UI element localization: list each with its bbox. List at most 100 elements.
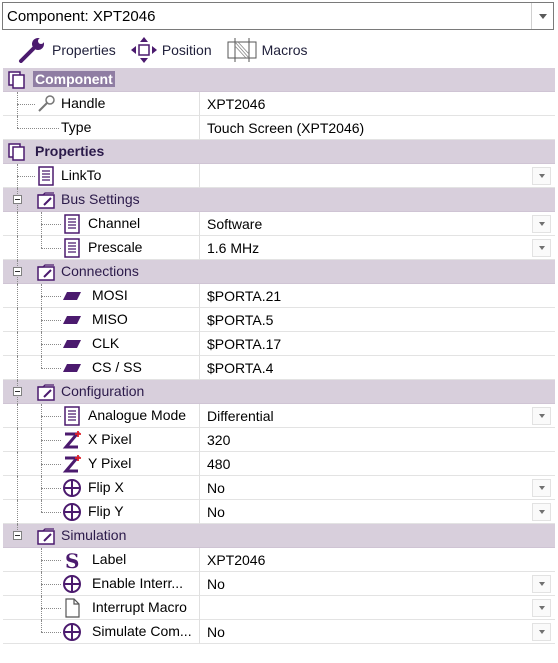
property-row-mosi[interactable]: MOSI $PORTA.21 bbox=[3, 284, 555, 308]
list-document-icon bbox=[64, 238, 80, 258]
enable-interrupt-label: Enable Interr... bbox=[92, 575, 184, 591]
cs-value[interactable]: $PORTA.4 bbox=[199, 356, 555, 380]
clk-label: CLK bbox=[92, 335, 120, 351]
category-component[interactable]: Component bbox=[3, 68, 555, 92]
property-grid: Component Handle XPT2046 Type Touch Scre… bbox=[3, 68, 555, 644]
linkto-value[interactable] bbox=[199, 164, 555, 188]
miso-value[interactable]: $PORTA.5 bbox=[199, 308, 555, 332]
property-row-enable-interrupt[interactable]: Enable Interr... No bbox=[3, 572, 555, 596]
macros-tab-button[interactable]: Macros bbox=[222, 35, 312, 65]
prescale-dropdown-button[interactable] bbox=[532, 239, 551, 257]
flip-x-dropdown-button[interactable] bbox=[532, 479, 551, 497]
property-row-prescale[interactable]: Prescale 1.6 MHz bbox=[3, 236, 555, 260]
prescale-label: Prescale bbox=[88, 239, 143, 255]
flip-x-label: Flip X bbox=[88, 479, 124, 495]
property-row-simulate-comms[interactable]: Simulate Com... No bbox=[3, 620, 555, 644]
pin-icon bbox=[63, 340, 81, 348]
interrupt-macro-dropdown-button[interactable] bbox=[532, 599, 551, 617]
property-row-clk[interactable]: CLK $PORTA.17 bbox=[3, 332, 555, 356]
category-properties-label: Properties bbox=[35, 143, 105, 159]
integer-z-icon bbox=[62, 455, 81, 473]
boolean-plus-icon bbox=[63, 479, 81, 497]
flip-y-dropdown-button[interactable] bbox=[532, 503, 551, 521]
position-tab-button[interactable]: Position bbox=[126, 35, 216, 65]
clk-value[interactable]: $PORTA.17 bbox=[199, 332, 555, 356]
chevron-down-icon[interactable] bbox=[531, 3, 553, 29]
property-row-miso[interactable]: MISO $PORTA.5 bbox=[3, 308, 555, 332]
chevron-down-icon bbox=[538, 222, 545, 226]
flip-x-value[interactable]: No bbox=[199, 476, 555, 500]
enable-interrupt-dropdown-button[interactable] bbox=[532, 575, 551, 593]
y-pixel-value[interactable]: 480 bbox=[199, 452, 555, 476]
macros-tab-label: Macros bbox=[261, 42, 308, 58]
enable-interrupt-value[interactable]: No bbox=[199, 572, 555, 596]
channel-value[interactable]: Software bbox=[199, 212, 555, 236]
integer-z-icon bbox=[62, 431, 81, 449]
pages-icon bbox=[8, 143, 25, 161]
flip-y-value[interactable]: No bbox=[199, 500, 555, 524]
handle-value[interactable]: XPT2046 bbox=[199, 92, 555, 116]
category-connections[interactable]: Connections bbox=[3, 260, 555, 284]
property-row-label[interactable]: S Label XPT2046 bbox=[3, 548, 555, 572]
cs-label: CS / SS bbox=[92, 359, 142, 375]
boolean-plus-icon bbox=[63, 503, 81, 521]
channel-dropdown-button[interactable] bbox=[532, 215, 551, 233]
category-simulation-label: Simulation bbox=[61, 527, 127, 543]
analogue-mode-label: Analogue Mode bbox=[88, 407, 187, 423]
channel-label: Channel bbox=[88, 215, 141, 231]
property-row-type[interactable]: Type Touch Screen (XPT2046) bbox=[3, 116, 555, 140]
mosi-value[interactable]: $PORTA.21 bbox=[199, 284, 555, 308]
category-bus-settings[interactable]: Bus Settings bbox=[3, 188, 555, 212]
type-value[interactable]: Touch Screen (XPT2046) bbox=[199, 116, 555, 140]
chevron-down-icon bbox=[538, 606, 545, 610]
collapse-icon[interactable] bbox=[13, 387, 22, 396]
property-row-analogue-mode[interactable]: Analogue Mode Differential bbox=[3, 404, 555, 428]
wrench-icon bbox=[38, 95, 55, 112]
interrupt-macro-value[interactable] bbox=[199, 596, 555, 620]
property-row-channel[interactable]: Channel Software bbox=[3, 212, 555, 236]
pin-icon bbox=[63, 292, 81, 300]
simulate-comms-value[interactable]: No bbox=[199, 620, 555, 644]
component-selector-text: Component: XPT2046 bbox=[7, 7, 156, 25]
property-row-interrupt-macro[interactable]: Interrupt Macro bbox=[3, 596, 555, 620]
wrench-icon bbox=[18, 37, 48, 63]
property-row-cs[interactable]: CS / SS $PORTA.4 bbox=[3, 356, 555, 380]
simulate-comms-label: Simulate Com... bbox=[92, 623, 192, 639]
prescale-value[interactable]: 1.6 MHz bbox=[199, 236, 555, 260]
property-row-y-pixel[interactable]: Y Pixel 480 bbox=[3, 452, 555, 476]
component-selector[interactable]: Component: XPT2046 bbox=[2, 2, 554, 30]
folder-edit-icon bbox=[37, 264, 55, 281]
pages-icon bbox=[8, 71, 25, 89]
macro-block-icon bbox=[226, 36, 258, 64]
chevron-down-icon bbox=[538, 486, 545, 490]
position-tab-label: Position bbox=[161, 42, 212, 58]
x-pixel-value[interactable]: 320 bbox=[199, 428, 555, 452]
properties-tab-button[interactable]: Properties bbox=[14, 35, 120, 65]
collapse-icon[interactable] bbox=[13, 531, 22, 540]
move-arrows-icon bbox=[130, 36, 158, 64]
property-row-flip-x[interactable]: Flip X No bbox=[3, 476, 555, 500]
collapse-icon[interactable] bbox=[13, 267, 22, 276]
property-row-handle[interactable]: Handle XPT2046 bbox=[3, 92, 555, 116]
folder-edit-icon bbox=[37, 528, 55, 545]
analogue-mode-value[interactable]: Differential bbox=[199, 404, 555, 428]
svg-text:S: S bbox=[65, 550, 79, 570]
collapse-icon[interactable] bbox=[13, 195, 22, 204]
linkto-dropdown-button[interactable] bbox=[532, 167, 551, 185]
chevron-down-icon bbox=[538, 414, 545, 418]
category-properties[interactable]: Properties bbox=[3, 140, 555, 164]
property-row-flip-y[interactable]: Flip Y No bbox=[3, 500, 555, 524]
properties-tab-label: Properties bbox=[52, 42, 116, 58]
miso-label: MISO bbox=[92, 311, 128, 327]
analogue-mode-dropdown-button[interactable] bbox=[532, 407, 551, 425]
interrupt-macro-label: Interrupt Macro bbox=[92, 599, 187, 615]
category-configuration[interactable]: Configuration bbox=[3, 380, 555, 404]
label-value[interactable]: XPT2046 bbox=[199, 548, 555, 572]
handle-label: Handle bbox=[61, 95, 106, 111]
category-simulation[interactable]: Simulation bbox=[3, 524, 555, 548]
property-row-x-pixel[interactable]: X Pixel 320 bbox=[3, 428, 555, 452]
simulate-comms-dropdown-button[interactable] bbox=[532, 623, 551, 641]
boolean-plus-icon bbox=[63, 623, 81, 641]
type-label: Type bbox=[61, 119, 92, 135]
property-row-linkto[interactable]: LinkTo bbox=[3, 164, 555, 188]
